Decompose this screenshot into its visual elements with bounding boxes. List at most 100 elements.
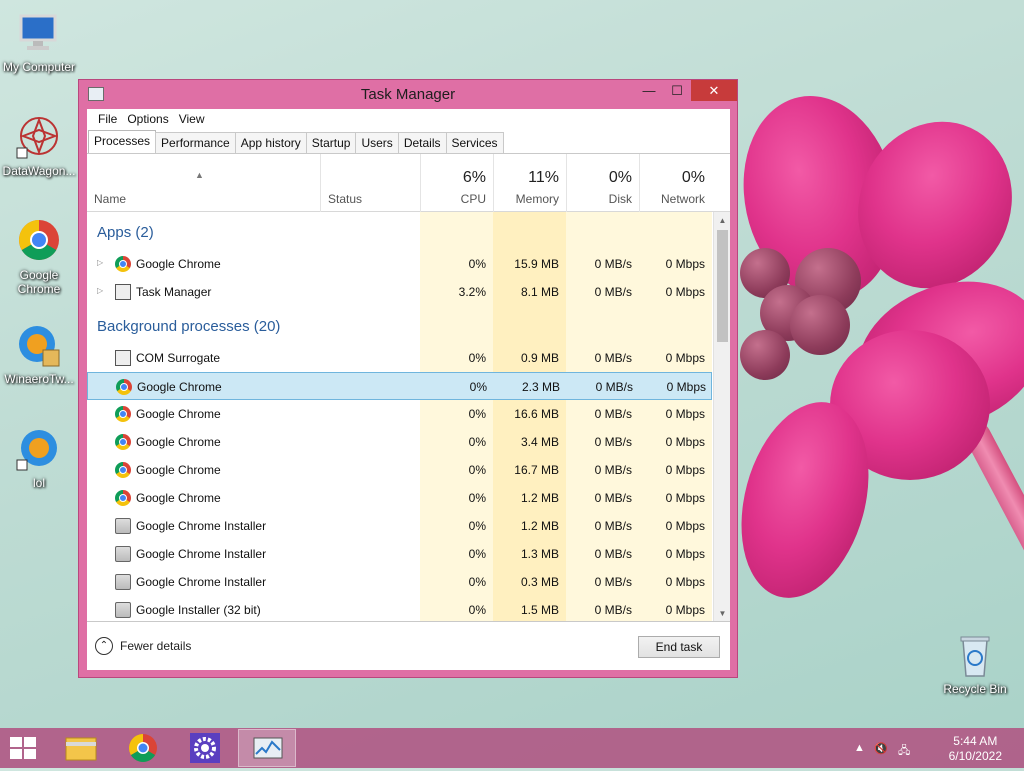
desktop-icon-label: DataWagon... [2, 164, 76, 178]
process-memory: 1.3 MB [520, 547, 559, 561]
sort-up-icon: ▲ [195, 170, 204, 180]
chrome-icon [15, 218, 63, 266]
column-header-cpu[interactable]: 6% CPU [420, 154, 493, 212]
table-row[interactable]: Google Chrome Installer 0% 0.3 MB 0 MB/s 0 M… [87, 568, 712, 596]
chrome-icon [115, 256, 131, 272]
process-network: 0 Mbps [665, 519, 705, 533]
table-row[interactable]: Google Chrome 0% 2.3 MB 0 MB/s 0 Mbps [87, 372, 712, 400]
chevron-up-icon: ⌃ [95, 637, 113, 655]
chrome-icon [115, 490, 131, 506]
file-explorer-icon [65, 737, 97, 761]
clock-time: 5:44 AM [953, 734, 998, 748]
menu-view[interactable]: View [174, 112, 210, 126]
taskbar-chrome[interactable] [114, 729, 172, 767]
process-name: Google Chrome Installer [136, 575, 267, 589]
process-memory: 0.9 MB [520, 351, 559, 365]
tab-services[interactable]: Services [445, 132, 504, 153]
process-disk: 0 MB/s [594, 519, 632, 533]
settings-icon [190, 733, 220, 763]
winaero-tweaker-icon [15, 322, 63, 370]
process-name: Google Chrome [136, 491, 221, 505]
menu-bar: File Options View [87, 109, 730, 129]
process-cpu: 0% [468, 351, 486, 365]
start-button[interactable] [10, 737, 38, 759]
desktop-icon-google-chrome[interactable]: Google Chrome [0, 218, 78, 296]
title-bar[interactable]: Task Manager — ☐ ✕ [79, 80, 737, 110]
installer-icon [115, 602, 131, 618]
disk-total: 0% [608, 169, 632, 186]
installer-icon [115, 574, 131, 590]
scrollbar-thumb[interactable] [717, 230, 728, 342]
process-network: 0 Mbps [665, 351, 705, 365]
table-row[interactable]: Google Chrome Installer 0% 1.2 MB 0 MB/s 0 M… [87, 512, 712, 540]
process-name: COM Surrogate [136, 351, 221, 365]
taskbar-settings[interactable] [176, 729, 234, 767]
tab-app-history[interactable]: App history [234, 132, 307, 153]
column-header-memory[interactable]: 11% Memory [493, 154, 566, 212]
flower-bud [790, 295, 850, 355]
tab-performance[interactable]: Performance [155, 132, 236, 153]
desktop-icon-my-computer[interactable]: My Computer [0, 10, 78, 74]
desktop-icon-winaerotweaker[interactable]: WinaeroTw... [0, 322, 78, 386]
process-cpu: 0% [468, 575, 486, 589]
group-heading-background: Background processes (20) [97, 318, 281, 335]
table-row[interactable]: Google Chrome 0% 16.7 MB 0 MB/s 0 Mbps [87, 456, 712, 484]
desktop-icon-lol[interactable]: lol [0, 426, 78, 490]
chrome-icon [129, 734, 157, 762]
tab-details[interactable]: Details [397, 132, 447, 153]
process-network: 0 Mbps [665, 285, 705, 299]
process-disk: 0 MB/s [594, 351, 632, 365]
process-name: Google Chrome Installer [136, 519, 267, 533]
column-header-network[interactable]: 0% Network [639, 154, 712, 212]
taskbar-task-manager[interactable] [238, 729, 296, 767]
process-cpu: 3.2% [458, 285, 486, 299]
disk-label: Disk [608, 192, 632, 206]
end-task-button[interactable]: End task [638, 636, 720, 658]
table-row[interactable]: Google Chrome 0% 15.9 MB 0 MB/s 0 Mbps ▷ [87, 250, 712, 278]
table-row[interactable]: Task Manager 3.2% 8.1 MB 0 MB/s 0 Mbps ▷ [87, 278, 712, 306]
scroll-up-icon[interactable]: ▲ [714, 212, 731, 229]
speaker-muted-icon[interactable]: 🔇 [874, 742, 888, 755]
footer-bar: ⌃ Fewer details End task [87, 621, 730, 670]
process-cpu: 0% [468, 547, 486, 561]
maximize-button[interactable]: ☐ [663, 80, 691, 101]
fewer-details-label: Fewer details [120, 639, 192, 653]
desktop-icon-recycle-bin[interactable]: Recycle Bin [936, 632, 1014, 696]
tab-startup[interactable]: Startup [305, 132, 357, 153]
desktop-icon-label: WinaeroTw... [4, 372, 74, 386]
table-row[interactable]: Google Chrome Installer 0% 1.3 MB 0 MB/s 0 M… [87, 540, 712, 568]
tab-users[interactable]: Users [355, 132, 399, 153]
column-header-status-area[interactable]: Status [320, 154, 420, 212]
fewer-details-button[interactable]: ⌃ Fewer details [95, 637, 191, 655]
process-cpu: 0% [468, 519, 486, 533]
scroll-down-icon[interactable]: ▼ [714, 605, 731, 622]
vertical-scrollbar[interactable]: ▲ ▼ [713, 212, 730, 622]
table-row[interactable]: Google Chrome 0% 16.6 MB 0 MB/s 0 Mbps [87, 400, 712, 428]
menu-file[interactable]: File [93, 112, 122, 126]
close-button[interactable]: ✕ [691, 80, 737, 101]
flower-bud [740, 330, 790, 380]
taskbar-file-explorer[interactable] [52, 729, 110, 767]
process-list: Apps (2) Background processes (20) Googl… [87, 212, 712, 622]
network-icon[interactable]: 🖧 [898, 742, 910, 761]
table-row[interactable]: Google Chrome 0% 3.4 MB 0 MB/s 0 Mbps [87, 428, 712, 456]
minimize-button[interactable]: — [635, 80, 663, 101]
taskbar-clock[interactable]: 5:44 AM 6/10/2022 [949, 734, 1002, 764]
expand-chevron-icon[interactable]: ▷ [97, 286, 103, 295]
process-network: 0 Mbps [665, 257, 705, 271]
table-row[interactable]: COM Surrogate 0% 0.9 MB 0 MB/s 0 Mbps [87, 344, 712, 372]
process-memory: 1.2 MB [520, 519, 559, 533]
process-cpu: 0% [468, 463, 486, 477]
menu-options[interactable]: Options [122, 112, 173, 126]
column-header-disk[interactable]: 0% Disk [566, 154, 639, 212]
table-row[interactable]: Google Installer (32 bit) 0% 1.5 MB 0 MB/s 0… [87, 596, 712, 622]
process-name: Google Chrome [136, 257, 221, 271]
column-header-name[interactable]: Name [94, 192, 126, 206]
tray-overflow-icon[interactable]: ▲ [854, 742, 865, 754]
process-memory: 1.2 MB [520, 491, 559, 505]
desktop-icon-datawagon[interactable]: DataWagon... [0, 114, 78, 178]
table-row[interactable]: Google Chrome 0% 1.2 MB 0 MB/s 0 Mbps [87, 484, 712, 512]
installer-icon [115, 518, 131, 534]
expand-chevron-icon[interactable]: ▷ [97, 258, 103, 267]
tab-processes[interactable]: Processes [88, 130, 157, 153]
